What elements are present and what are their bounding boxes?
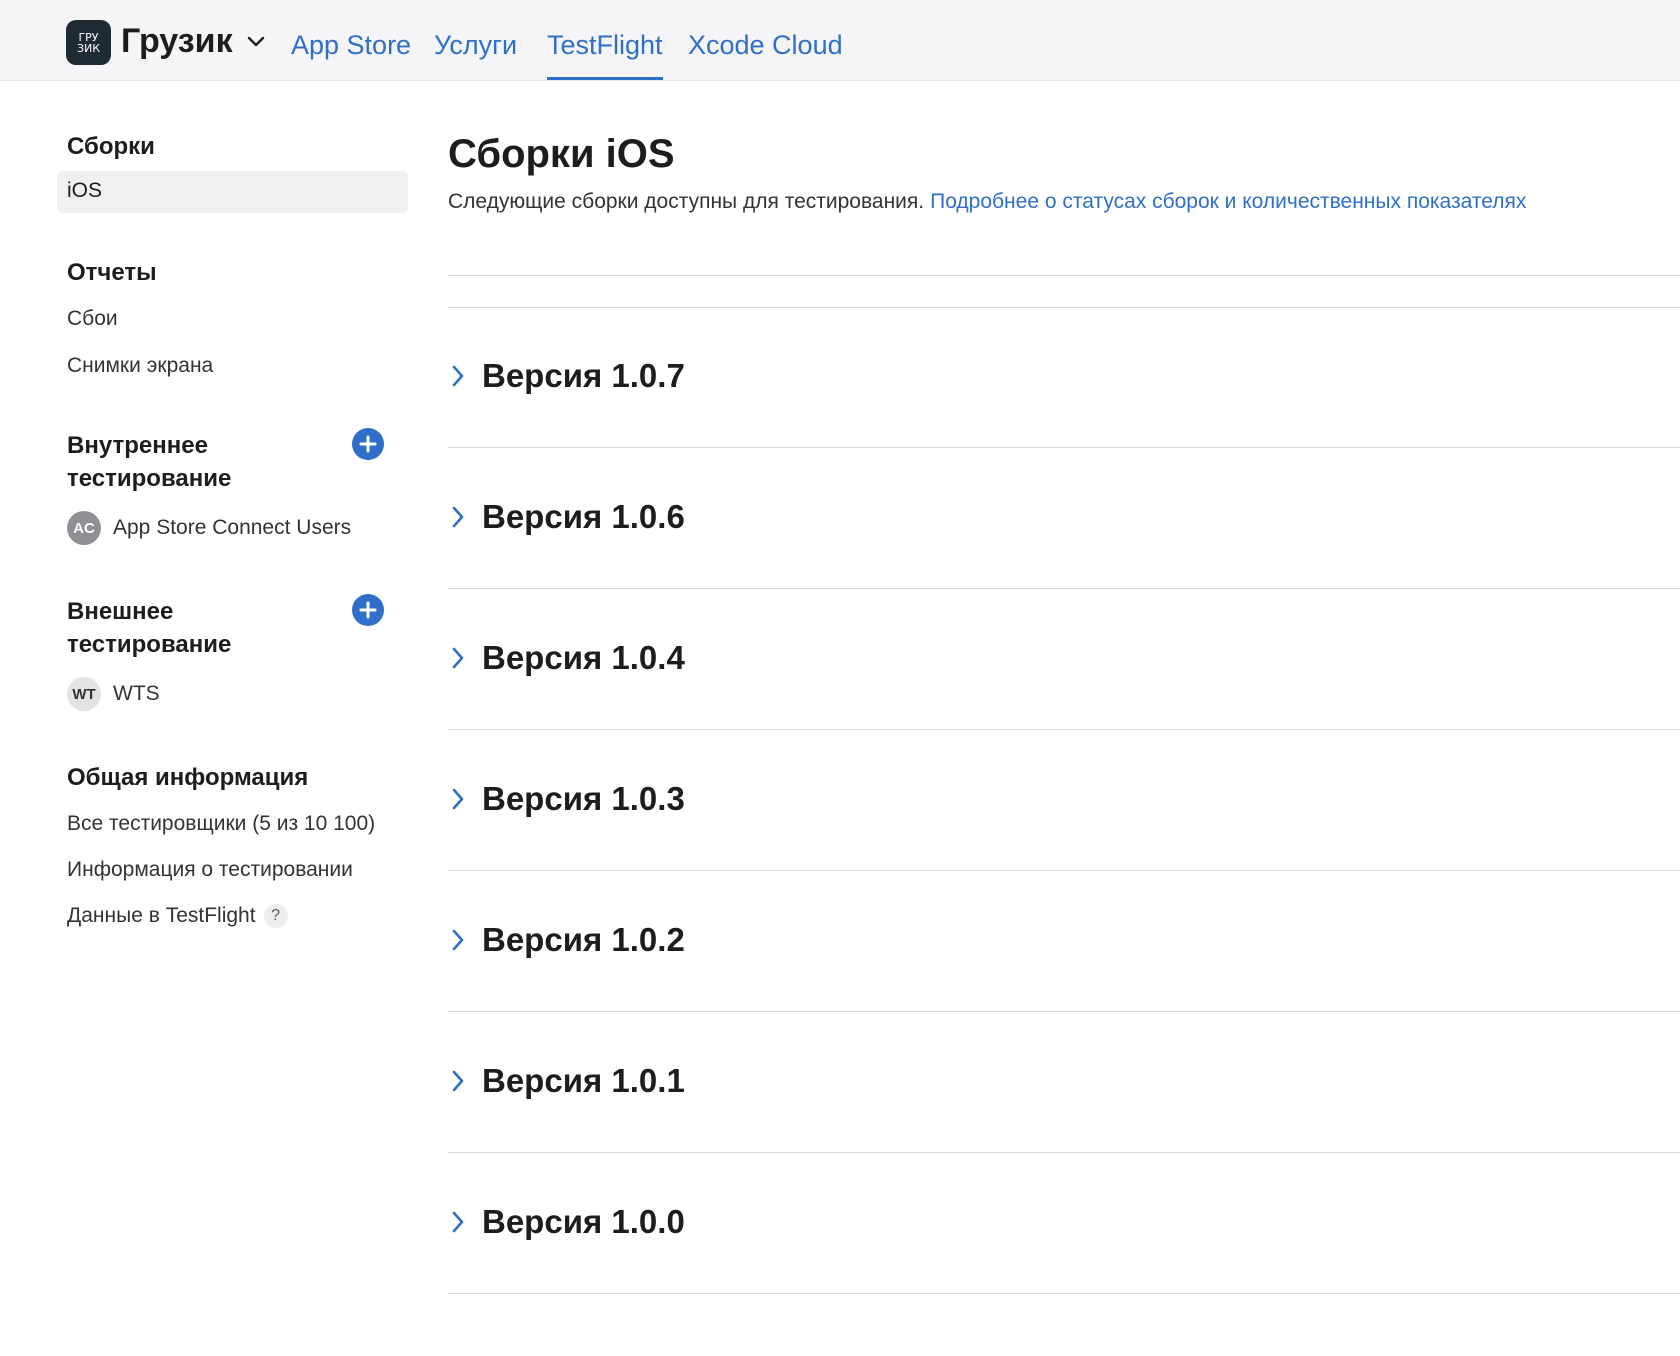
subtitle-text: Следующие сборки доступны для тестирован…: [448, 190, 925, 213]
plus-icon: [359, 435, 377, 453]
tab-xcode-cloud[interactable]: Xcode Cloud: [688, 30, 843, 80]
version-label: Версия 1.0.2: [482, 921, 685, 958]
top-navigation-bar: ГРУ ЗИК Грузик App Store Услуги TestFligh…: [0, 0, 1680, 81]
version-label: Версия 1.0.1: [482, 1062, 685, 1099]
version-row-1-0-1[interactable]: Версия 1.0.1: [448, 1012, 1680, 1152]
sidebar-item-test-information[interactable]: Информация о тестировании: [67, 858, 353, 882]
version-row-1-0-4[interactable]: Версия 1.0.4: [448, 589, 1680, 729]
chevron-right-icon: [452, 929, 464, 951]
sidebar-heading-reports: Отчеты: [67, 259, 157, 286]
version-row-1-0-7[interactable]: Версия 1.0.7: [448, 307, 1680, 447]
version-label: Версия 1.0.0: [482, 1203, 685, 1240]
sidebar-item-ios[interactable]: iOS: [57, 171, 408, 213]
divider: [448, 275, 1680, 276]
sidebar-item-label: Данные в TestFlight: [67, 904, 256, 927]
chevron-right-icon: [452, 647, 464, 669]
help-icon[interactable]: ?: [263, 904, 288, 929]
sidebar-item-screenshots[interactable]: Снимки экрана: [67, 354, 213, 378]
avatar: AC: [67, 511, 101, 545]
sidebar-heading-general-info: Общая информация: [67, 764, 309, 791]
tab-app-store[interactable]: App Store: [291, 30, 411, 80]
version-label: Версия 1.0.4: [482, 639, 685, 676]
chevron-right-icon: [452, 1211, 464, 1233]
sidebar-item-all-testers[interactable]: Все тестировщики (5 из 10 100): [67, 812, 375, 836]
version-label: Версия 1.0.6: [482, 498, 685, 535]
sidebar-item-crashes[interactable]: Сбои: [67, 307, 118, 331]
sidebar-item-app-store-connect-users[interactable]: App Store Connect Users: [113, 516, 351, 540]
tab-services[interactable]: Услуги: [434, 30, 517, 80]
sidebar-heading-builds: Сборки: [67, 133, 155, 160]
chevron-right-icon: [452, 365, 464, 387]
build-status-help-link[interactable]: Подробнее о статусах сборок и количестве…: [930, 190, 1526, 213]
app-icon[interactable]: ГРУ ЗИК: [66, 20, 111, 65]
add-internal-group-button[interactable]: [352, 428, 384, 460]
chevron-right-icon: [452, 1070, 464, 1092]
add-external-group-button[interactable]: [352, 594, 384, 626]
page-title: Сборки iOS: [448, 132, 675, 176]
sidebar-item-testflight-data[interactable]: Данные в TestFlight?: [67, 904, 288, 929]
version-row-1-0-0[interactable]: Версия 1.0.0: [448, 1153, 1680, 1293]
chevron-right-icon: [452, 506, 464, 528]
app-name[interactable]: Грузик: [121, 22, 233, 61]
sidebar-heading-external-testing: Внешнее тестирование: [67, 598, 232, 658]
avatar: WT: [67, 677, 101, 711]
version-label: Версия 1.0.3: [482, 780, 685, 817]
version-label: Версия 1.0.7: [482, 357, 685, 394]
tab-testflight[interactable]: TestFlight: [547, 30, 663, 80]
divider: [448, 1293, 1680, 1294]
version-row-1-0-3[interactable]: Версия 1.0.3: [448, 730, 1680, 870]
sidebar-item-label: iOS: [67, 179, 103, 202]
sidebar-heading-internal-testing: Внутреннее тестирование: [67, 432, 232, 492]
chevron-down-icon[interactable]: [246, 34, 266, 50]
page-subtitle: Следующие сборки доступны для тестирован…: [448, 190, 1526, 214]
sidebar-item-wts[interactable]: WTS: [113, 682, 160, 706]
version-row-1-0-6[interactable]: Версия 1.0.6: [448, 448, 1680, 588]
plus-icon: [359, 601, 377, 619]
chevron-right-icon: [452, 788, 464, 810]
version-row-1-0-2[interactable]: Версия 1.0.2: [448, 871, 1680, 1011]
